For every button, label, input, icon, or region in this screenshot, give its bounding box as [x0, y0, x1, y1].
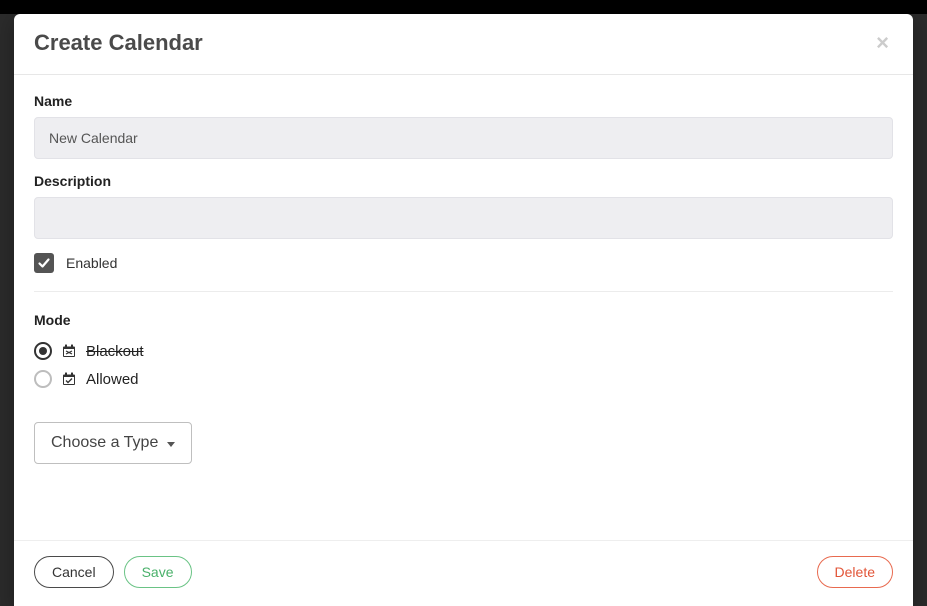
modal-title: Create Calendar	[34, 30, 203, 56]
enabled-label: Enabled	[66, 255, 117, 271]
modal-footer: Cancel Save Delete	[14, 540, 913, 606]
close-button[interactable]: ×	[872, 32, 893, 54]
create-calendar-modal: Create Calendar × Name Description Enabl…	[14, 14, 913, 606]
close-icon: ×	[876, 30, 889, 55]
description-label: Description	[34, 173, 893, 189]
enabled-row[interactable]: Enabled	[34, 253, 893, 273]
modal-header: Create Calendar ×	[14, 14, 913, 75]
radio-indicator	[34, 342, 52, 360]
mode-section: Mode	[34, 312, 893, 388]
calendar-blackout-icon	[62, 344, 76, 358]
radio-indicator	[34, 370, 52, 388]
caret-down-icon	[167, 442, 175, 447]
modal-body: Name Description Enabled Mode	[14, 75, 913, 540]
mode-radio-group: Blackout Allowed	[34, 342, 893, 388]
enabled-checkbox[interactable]	[34, 253, 54, 273]
mode-radio-blackout[interactable]: Blackout	[34, 342, 893, 360]
mode-label: Mode	[34, 312, 893, 328]
calendar-allowed-icon	[62, 372, 76, 386]
checkmark-icon	[37, 256, 51, 270]
description-group: Description	[34, 173, 893, 239]
save-button[interactable]: Save	[124, 556, 192, 588]
choose-type-dropdown[interactable]: Choose a Type	[34, 422, 192, 464]
name-label: Name	[34, 93, 893, 109]
cancel-button[interactable]: Cancel	[34, 556, 114, 588]
section-divider	[34, 291, 893, 292]
delete-button[interactable]: Delete	[817, 556, 893, 588]
choose-type-label: Choose a Type	[51, 434, 158, 452]
mode-radio-allowed[interactable]: Allowed	[34, 370, 893, 388]
name-group: Name	[34, 93, 893, 159]
name-input[interactable]	[34, 117, 893, 159]
mode-blackout-label: Blackout	[86, 343, 144, 360]
description-input[interactable]	[34, 197, 893, 239]
mode-allowed-label: Allowed	[86, 371, 139, 388]
